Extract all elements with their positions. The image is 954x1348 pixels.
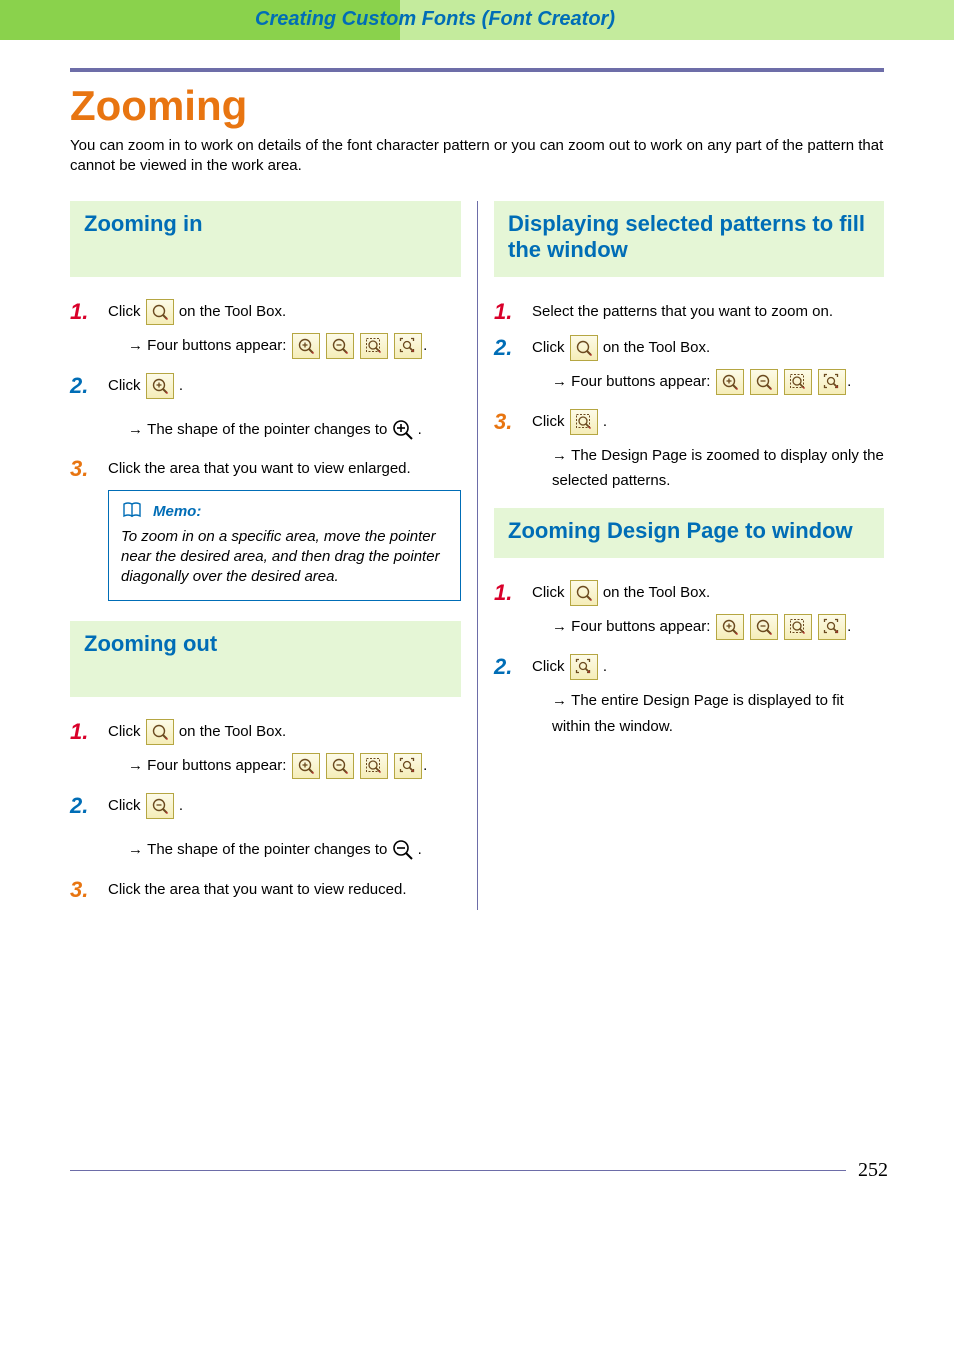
step-text: Click the area that you want to view enl… [108,456,461,482]
zoom-in-icon[interactable] [292,333,320,359]
step-number: 2. [70,373,108,397]
step-text: on the Tool Box. [603,584,710,601]
step-row: 3. Click . [494,409,884,435]
step-number: 3. [70,877,108,901]
zoom-out-icon[interactable] [146,793,174,819]
step-text: on the Tool Box. [179,723,286,740]
step-text: . [179,797,183,814]
result-text: Four buttons appear: [571,373,714,390]
step-row: 2. Click . [494,654,884,680]
step-number: 1. [494,299,532,323]
result-text: The Design Page is zoomed to display onl… [552,447,884,490]
zoom-in-icon[interactable] [292,753,320,779]
step-text: Select the patterns that you want to zoo… [532,299,884,325]
zoom-out-icon[interactable] [326,333,354,359]
zoom-in-icon[interactable] [716,369,744,395]
step-number: 1. [70,719,108,743]
zoom-selection-icon[interactable] [570,409,598,435]
step-result: → The shape of the pointer changes to . [128,837,461,863]
step-text: Click [532,339,569,356]
zoom-out-icon[interactable] [750,614,778,640]
step-text: Click [108,797,145,814]
step-row: 2. Click on the Tool Box. [494,335,884,361]
step-text: . [603,413,607,430]
step-result: → Four buttons appear: . [552,369,884,395]
step-number: 2. [70,793,108,817]
step-number: 3. [70,456,108,480]
zoom-selection-icon[interactable] [360,333,388,359]
zoom-tool-icon[interactable] [146,719,174,745]
step-row: 3. Click the area that you want to view … [70,877,461,903]
zoom-fit-icon[interactable] [394,333,422,359]
zoom-fit-icon[interactable] [818,614,846,640]
zoom-out-cursor-icon [392,839,414,861]
step-text: Click [532,658,569,675]
step-result: → Four buttons appear: . [128,333,461,359]
step-number: 1. [70,299,108,323]
zoom-tool-icon[interactable] [570,335,598,361]
page-number: 252 [846,1159,888,1182]
step-result: → The Design Page is zoomed to display o… [552,443,884,494]
step-text: Click [108,377,145,394]
divider [70,68,884,72]
page-header: Creating Custom Fonts (Font Creator) [0,0,954,40]
step-number: 1. [494,580,532,604]
zoom-selection-icon[interactable] [784,369,812,395]
step-row: 1. Click on the Tool Box. [494,580,884,606]
page-title: Zooming [70,82,884,130]
zoom-in-icon[interactable] [146,373,174,399]
zoom-selection-icon[interactable] [360,753,388,779]
zoom-out-icon[interactable] [326,753,354,779]
step-text: Click [532,413,569,430]
footer-divider: 252 [70,1170,884,1171]
memo-box: Memo: To zoom in on a specific area, mov… [108,490,461,601]
step-row: 2. Click . [70,373,461,399]
zoom-in-icon[interactable] [716,614,744,640]
zoom-tool-icon[interactable] [146,299,174,325]
step-row: 1. Click on the Tool Box. [70,719,461,745]
zoom-in-cursor-icon [392,419,414,441]
step-result: → Four buttons appear: . [128,753,461,779]
step-text: . [603,658,607,675]
step-row: 1. Select the patterns that you want to … [494,299,884,325]
memo-label: Memo: [153,503,201,520]
step-row: 2. Click . [70,793,461,819]
result-text: The shape of the pointer changes to [147,421,391,438]
breadcrumb: Creating Custom Fonts (Font Creator) [255,8,615,31]
step-result: → The shape of the pointer changes to . [128,417,461,443]
step-text: Click the area that you want to view red… [108,877,461,903]
step-text: . [179,377,183,394]
zoom-fit-icon[interactable] [394,753,422,779]
section-zooming-in: Zooming in [70,201,461,277]
step-text: Click [532,584,569,601]
step-row: 1. Click on the Tool Box. [70,299,461,325]
header-breadcrumb-bar: Creating Custom Fonts (Font Creator) [400,0,954,40]
step-text: on the Tool Box. [603,339,710,356]
book-icon [121,501,143,523]
section-zooming-out: Zooming out [70,621,461,697]
step-text: Click [108,723,145,740]
step-text: Click [108,303,145,320]
result-text: Four buttons appear: [147,757,290,774]
section-display-selected: Displaying selected patterns to fill the… [494,201,884,278]
zoom-tool-icon[interactable] [570,580,598,606]
step-number: 2. [494,335,532,359]
step-number: 3. [494,409,532,433]
step-number: 2. [494,654,532,678]
step-result: → Four buttons appear: . [552,614,884,640]
step-text: on the Tool Box. [179,303,286,320]
zoom-fit-icon[interactable] [818,369,846,395]
result-text: Four buttons appear: [571,618,714,635]
memo-text: To zoom in on a specific area, move the … [121,527,448,588]
zoom-selection-icon[interactable] [784,614,812,640]
zoom-fit-icon[interactable] [570,654,598,680]
intro-text: You can zoom in to work on details of th… [70,136,884,177]
zoom-out-icon[interactable] [750,369,778,395]
result-text: The shape of the pointer changes to [147,841,391,858]
result-text: Four buttons appear: [147,337,290,354]
result-text: The entire Design Page is displayed to f… [552,692,844,735]
section-zoom-page: Zooming Design Page to window [494,508,884,558]
step-result: → The entire Design Page is displayed to… [552,688,884,739]
step-row: 3. Click the area that you want to view … [70,456,461,482]
